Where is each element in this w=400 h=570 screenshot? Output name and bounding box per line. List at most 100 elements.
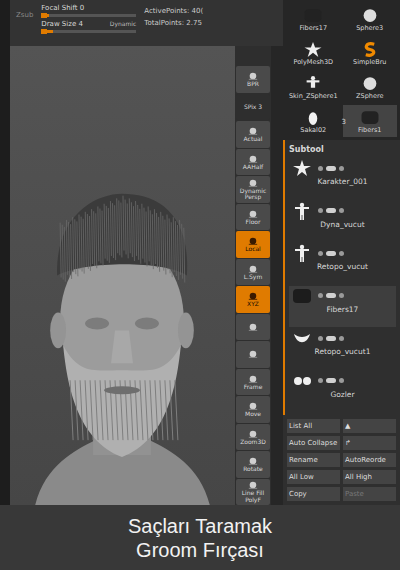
subtool-button[interactable]: Rename bbox=[287, 453, 340, 467]
toggle-pill[interactable] bbox=[326, 208, 336, 213]
slider[interactable]: Draw Size 4Dynamic bbox=[41, 20, 136, 33]
subtool-row[interactable]: Retopo_vucut bbox=[289, 243, 396, 285]
brush-thumb-icon bbox=[359, 41, 381, 58]
slider-knob[interactable] bbox=[41, 13, 47, 18]
tool-button[interactable]: Frame bbox=[236, 369, 270, 396]
brush-item[interactable]: Skin_ZSphere1 bbox=[286, 71, 341, 103]
brush-item[interactable]: Fibers1 bbox=[343, 105, 398, 137]
subtool-button[interactable]: ↱ bbox=[343, 436, 396, 450]
toggle-dot[interactable] bbox=[339, 293, 344, 298]
slider-label: Focal Shift 0 bbox=[41, 4, 84, 12]
left-shelf bbox=[0, 0, 10, 505]
tool-icon bbox=[246, 374, 260, 384]
tool-button[interactable]: Zoom3D bbox=[236, 424, 270, 451]
tool-button[interactable]: Actual bbox=[236, 121, 270, 148]
subtool-row[interactable]: Retopo_vucut1 bbox=[289, 328, 396, 370]
subtool-button[interactable]: AutoReorde bbox=[343, 453, 396, 467]
subtool-name: Gozler bbox=[292, 390, 393, 399]
dynamic-label[interactable]: Dynamic bbox=[110, 20, 136, 28]
brush-thumb-icon bbox=[302, 75, 324, 92]
tool-button[interactable]: Floor bbox=[236, 204, 270, 231]
tool-button[interactable]: Local bbox=[236, 231, 270, 258]
slider-track[interactable] bbox=[41, 14, 136, 17]
tool-button[interactable]: SPix 3 bbox=[236, 94, 270, 121]
subtool-panel: SubtoolKarakter_001Dyna_vucutRetopo_vucu… bbox=[283, 140, 400, 415]
toggle-pill[interactable] bbox=[326, 251, 336, 256]
tool-label: Zoom3D bbox=[240, 439, 266, 445]
point-counts: ActivePoints: 40(TotalPoints: 2.75 bbox=[144, 4, 203, 27]
subtool-button[interactable]: ▲ bbox=[343, 419, 396, 433]
toggle-pill[interactable] bbox=[326, 336, 336, 341]
tool-label: AAHalf bbox=[243, 164, 263, 170]
subtool-row[interactable]: Gozler bbox=[289, 371, 396, 413]
toggle-dot[interactable] bbox=[318, 166, 323, 171]
brush-thumb-icon bbox=[359, 75, 381, 92]
subtool-toggles bbox=[318, 251, 344, 256]
slider-track[interactable] bbox=[41, 30, 136, 33]
tool-icon bbox=[246, 154, 260, 164]
toggle-dot[interactable] bbox=[318, 293, 323, 298]
subtool-thumb-icon bbox=[292, 372, 312, 390]
subtool-toggles bbox=[318, 166, 344, 171]
brush-label: Fibers1 bbox=[358, 126, 381, 134]
toggle-dot[interactable] bbox=[339, 166, 344, 171]
subtool-row[interactable]: Dyna_vucut bbox=[289, 201, 396, 243]
tool-button[interactable]: AAHalf bbox=[236, 149, 270, 176]
brush-item[interactable]: SimpleBru bbox=[343, 37, 398, 69]
toggle-pill[interactable] bbox=[326, 378, 336, 383]
brush-item[interactable]: PolyMesh3D bbox=[286, 37, 341, 69]
brush-item[interactable]: ZSphere bbox=[343, 71, 398, 103]
subtool-button[interactable]: All High bbox=[343, 470, 396, 484]
tool-button[interactable] bbox=[236, 314, 270, 341]
brush-label: Sakal02 bbox=[300, 126, 326, 134]
slider-knob[interactable] bbox=[41, 29, 47, 34]
tool-button[interactable]: BPR bbox=[236, 66, 270, 93]
subtool-thumb-icon bbox=[292, 244, 312, 262]
subtool-row[interactable]: Fibers17 bbox=[289, 286, 396, 328]
subtool-button[interactable]: All Low bbox=[287, 470, 340, 484]
brush-item[interactable]: Fibers17 bbox=[286, 3, 341, 35]
tool-label: Local bbox=[245, 246, 261, 252]
toggle-pill[interactable] bbox=[326, 166, 336, 171]
toggle-dot[interactable] bbox=[339, 378, 344, 383]
caption-line: Saçları Taramak bbox=[128, 514, 272, 538]
subtool-row[interactable]: Karakter_001 bbox=[289, 158, 396, 200]
tool-button[interactable]: Line Fill PolyF bbox=[236, 479, 270, 506]
gutter bbox=[271, 46, 283, 505]
subtool-button[interactable]: Auto Collapse bbox=[287, 436, 340, 450]
subtool-button[interactable]: Paste bbox=[343, 487, 396, 501]
toggle-dot[interactable] bbox=[318, 336, 323, 341]
toggle-dot[interactable] bbox=[318, 378, 323, 383]
toggle-dot[interactable] bbox=[339, 208, 344, 213]
toggle-dot[interactable] bbox=[339, 251, 344, 256]
tool-button[interactable]: L.Sym bbox=[236, 259, 270, 286]
subtool-thumb-icon bbox=[292, 159, 312, 177]
tool-button[interactable]: Rotate bbox=[236, 451, 270, 478]
total-points: TotalPoints: 2.75 bbox=[144, 19, 203, 27]
subtool-button[interactable]: Copy bbox=[287, 487, 340, 501]
subtool-title[interactable]: Subtool bbox=[289, 143, 396, 157]
head-model-icon bbox=[10, 46, 235, 505]
tool-button[interactable]: Dynamic Persp bbox=[236, 176, 270, 203]
toggle-dot[interactable] bbox=[318, 251, 323, 256]
tool-label: L.Sym bbox=[244, 274, 262, 280]
brush-item[interactable]: Sakal02 bbox=[286, 105, 341, 137]
toggle-dot[interactable] bbox=[318, 208, 323, 213]
toggle-pill[interactable] bbox=[326, 293, 336, 298]
slider[interactable]: Focal Shift 0 bbox=[41, 4, 136, 17]
brush-item[interactable]: Sphere3 bbox=[343, 3, 398, 35]
tool-button[interactable]: XYZ bbox=[236, 286, 270, 313]
tool-icon bbox=[246, 322, 260, 332]
viewport[interactable] bbox=[10, 46, 235, 505]
top-bar: Zsub Focal Shift 0 Draw Size 4Dynamic Activ… bbox=[10, 0, 283, 46]
tool-button[interactable]: Move bbox=[236, 396, 270, 423]
tool-label: Dynamic Persp bbox=[240, 188, 266, 201]
brush-label: PolyMesh3D bbox=[293, 58, 333, 66]
tool-label: Move bbox=[245, 411, 261, 417]
subtool-button[interactable]: List All bbox=[287, 419, 340, 433]
toggle-dot[interactable] bbox=[339, 336, 344, 341]
subtool-thumb-icon bbox=[292, 202, 312, 220]
top-label: Zsub bbox=[16, 4, 33, 19]
subtool-name: Fibers17 bbox=[292, 305, 393, 314]
tool-button[interactable] bbox=[236, 341, 270, 368]
